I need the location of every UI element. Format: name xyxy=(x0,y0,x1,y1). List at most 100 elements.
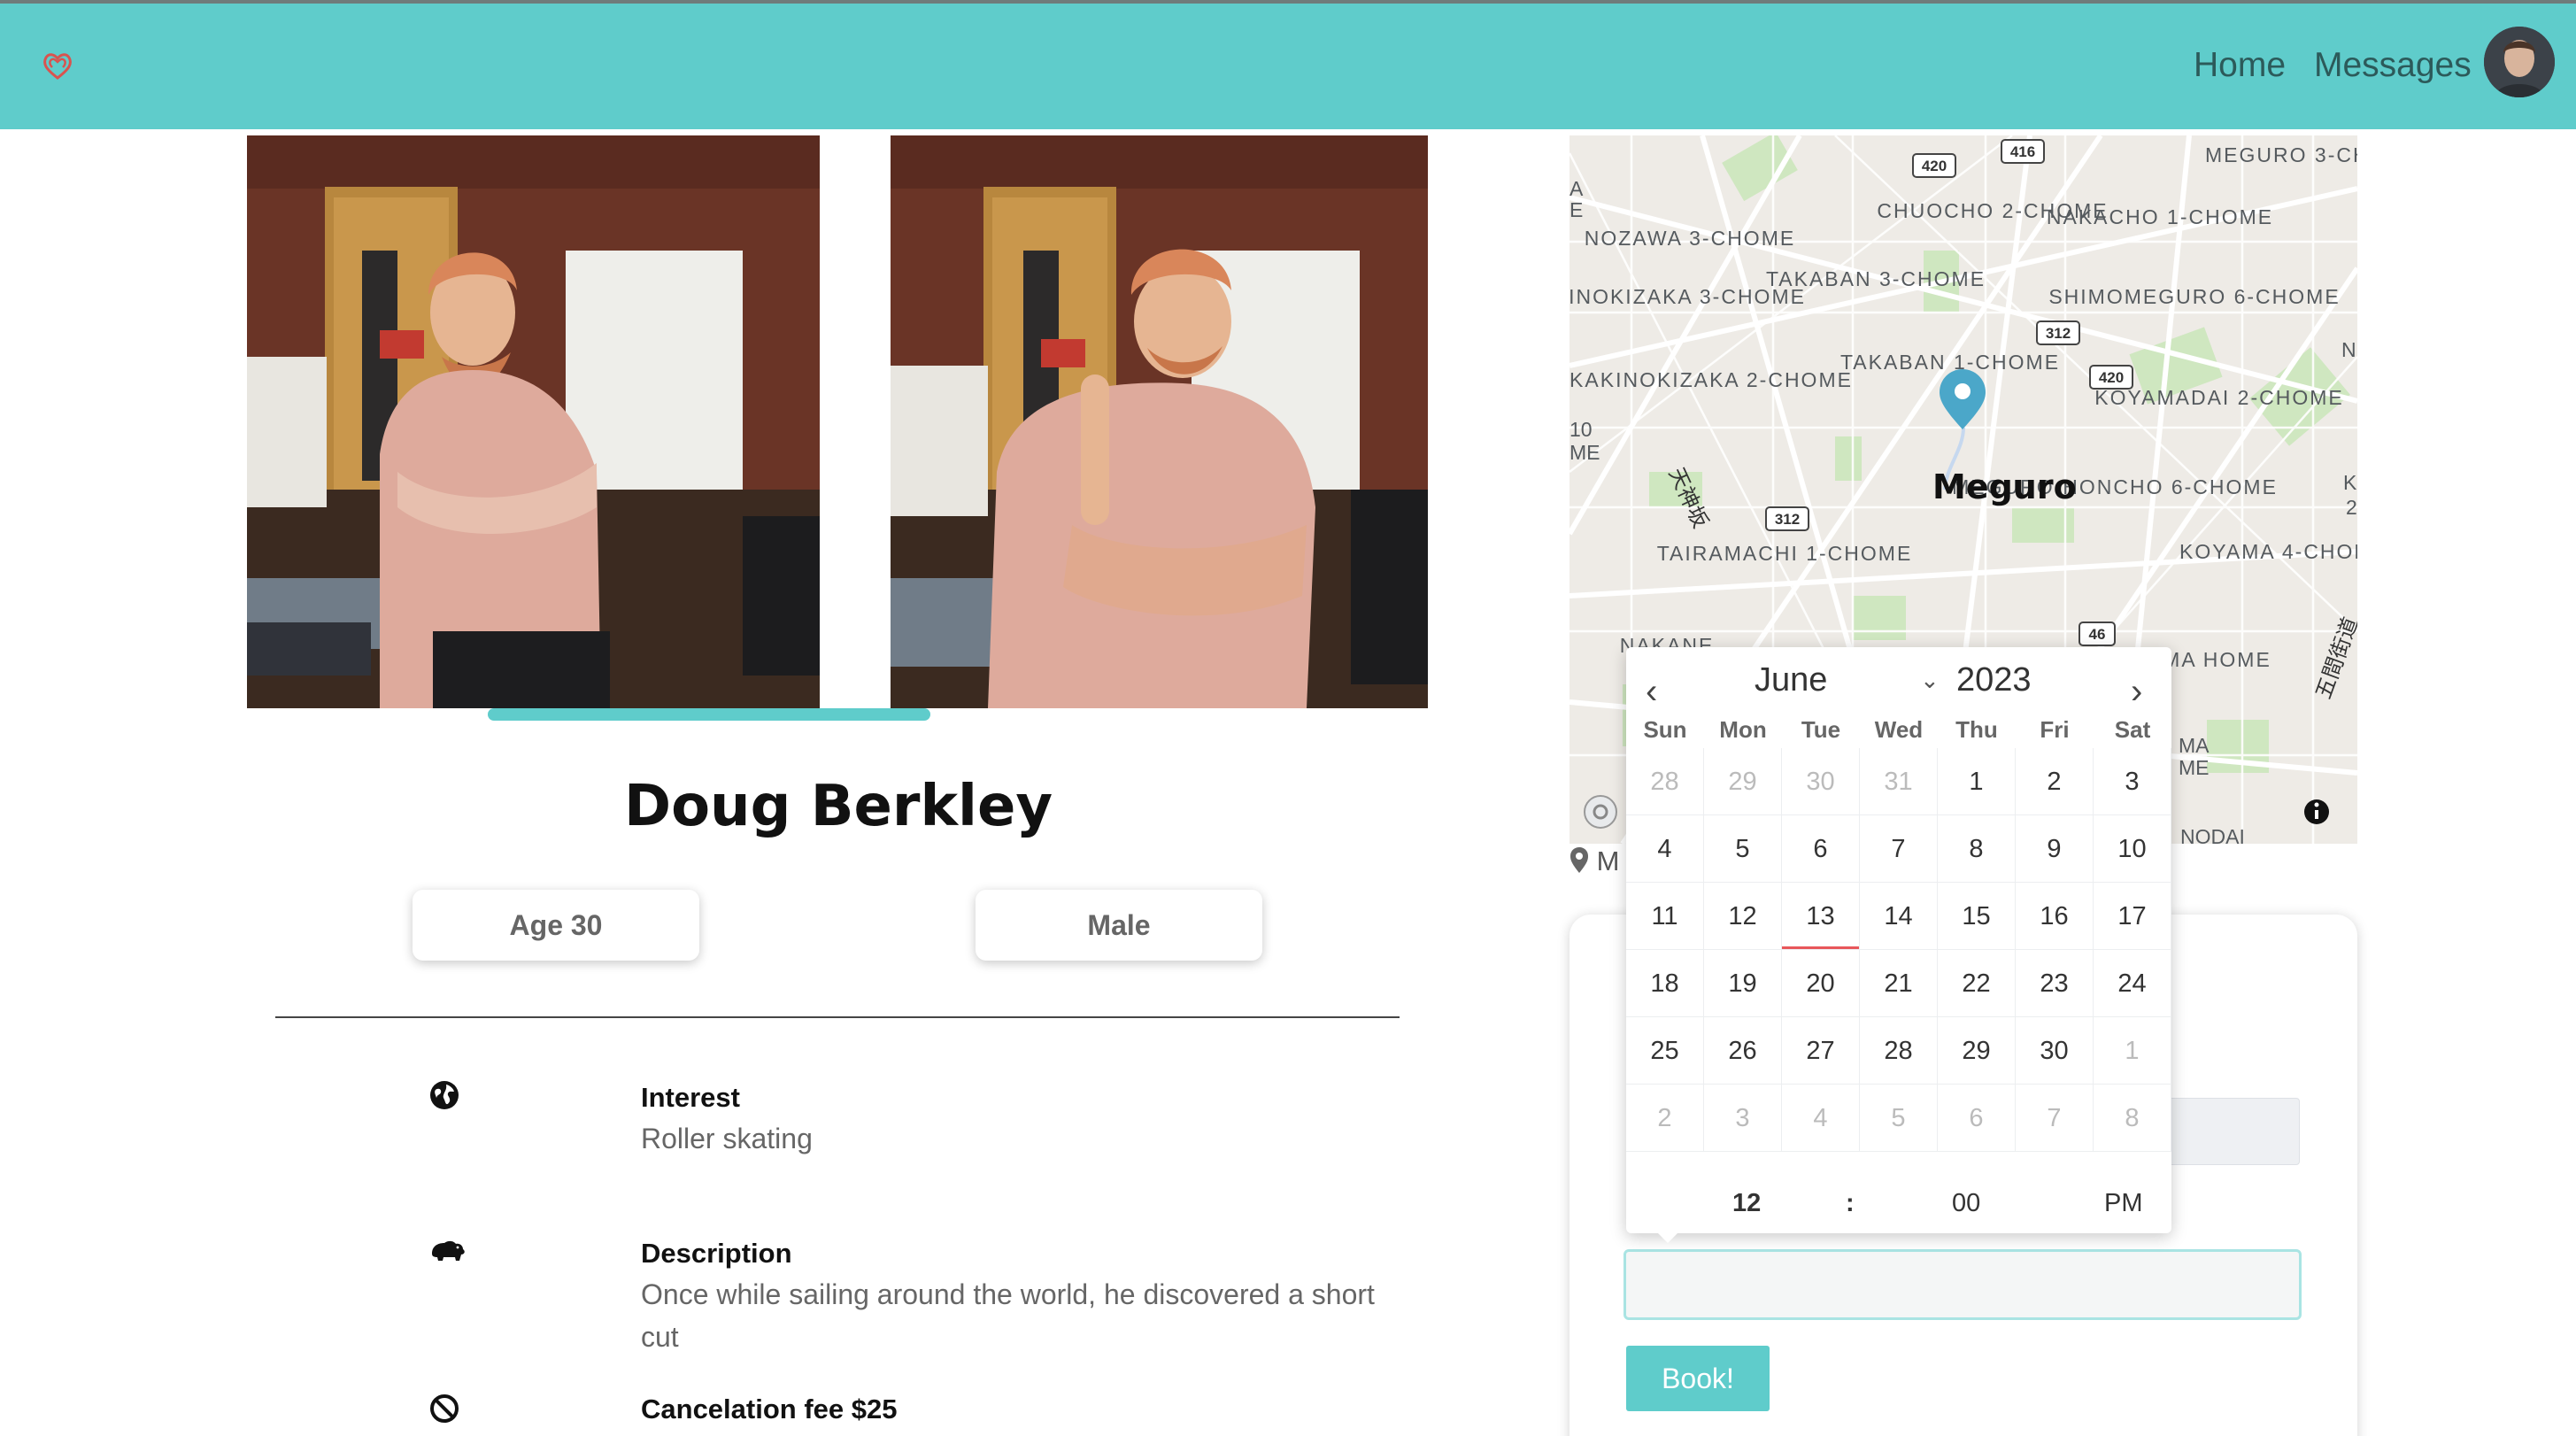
booking-note-input[interactable] xyxy=(1623,1249,2302,1320)
calendar-day[interactable]: 2 xyxy=(1626,1085,1704,1152)
calendar-day[interactable]: 17 xyxy=(2094,883,2171,950)
profile-name: Doug Berkley xyxy=(623,774,1053,839)
map-district-label: TAKABAN 1-CHOME xyxy=(1840,351,2060,374)
calendar-day[interactable]: 22 xyxy=(1938,950,2016,1017)
calendar-day[interactable]: 10 xyxy=(2094,815,2171,883)
calendar-day[interactable]: 20 xyxy=(1782,950,1860,1017)
calendar-grid: Sun Mon Tue Wed Thu Fri Sat 28 29 30 31 1 2 3 4 5 6 7 8 9 1… xyxy=(1626,711,2171,1152)
calendar-day[interactable]: 19 xyxy=(1704,950,1782,1017)
next-month-chevron-icon[interactable]: › xyxy=(2131,672,2142,712)
map-fragment-label: E xyxy=(1570,198,1583,221)
age-chip: Age 30 xyxy=(413,890,699,961)
map-fragment-label: 2 xyxy=(2346,496,2357,519)
calendar-day[interactable]: 11 xyxy=(1626,883,1704,950)
calendar-day[interactable]: 7 xyxy=(2016,1085,2094,1152)
calendar-day[interactable]: 28 xyxy=(1626,748,1704,815)
calendar-day[interactable]: 4 xyxy=(1782,1085,1860,1152)
calendar-day[interactable]: 30 xyxy=(1782,748,1860,815)
calendar-day[interactable]: 1 xyxy=(2094,1017,2171,1085)
calendar-day[interactable]: 27 xyxy=(1782,1017,1860,1085)
calendar-day[interactable]: 25 xyxy=(1626,1017,1704,1085)
calendar-day[interactable]: 18 xyxy=(1626,950,1704,1017)
prev-month-chevron-icon[interactable]: ‹ xyxy=(1646,672,1657,712)
month-select[interactable]: June xyxy=(1755,661,1827,699)
calendar-day[interactable]: 6 xyxy=(1782,815,1860,883)
road-number-label: 420 xyxy=(1922,158,1947,174)
map-fragment-label: MA xyxy=(2179,734,2210,757)
calendar-day[interactable]: 4 xyxy=(1626,815,1704,883)
calendar-day[interactable]: 29 xyxy=(1704,748,1782,815)
map-fragment-label: K xyxy=(2343,471,2357,494)
calendar-day[interactable]: 16 xyxy=(2016,883,2094,950)
calendar-day[interactable]: 14 xyxy=(1860,883,1938,950)
nav-messages-link[interactable]: Messages xyxy=(2314,46,2472,85)
weekday-label: Thu xyxy=(1955,716,1998,743)
year-input[interactable]: 2023 xyxy=(1956,661,2032,699)
hour-input[interactable]: 12 xyxy=(1732,1189,1761,1218)
calendar-day[interactable]: 8 xyxy=(1938,815,2016,883)
calendar-day-today[interactable]: 13 xyxy=(1782,883,1860,950)
map-district-label: TAKABAN 3-CHOME xyxy=(1766,267,1986,290)
calendar-day[interactable]: 8 xyxy=(2094,1085,2171,1152)
calendar-day[interactable]: 5 xyxy=(1704,815,1782,883)
calendar-day[interactable]: 3 xyxy=(2094,748,2171,815)
section-divider xyxy=(275,1016,1400,1018)
calendar-day[interactable]: 15 xyxy=(1938,883,2016,950)
am-pm-toggle[interactable]: PM xyxy=(2104,1189,2143,1218)
map-fragment-label: ME xyxy=(1570,441,1600,464)
calendar-week-row: 25 26 27 28 29 30 1 xyxy=(1626,1017,2171,1085)
date-picker-arrow xyxy=(1655,1231,1680,1243)
road-number-label: 420 xyxy=(2099,369,2124,386)
calendar-weeks: 28 29 30 31 1 2 3 4 5 6 7 8 9 10 11 12 13 14 15 16 17 18 19 20 2… xyxy=(1626,748,2171,1152)
calendar-day[interactable]: 26 xyxy=(1704,1017,1782,1085)
gender-chip: Male xyxy=(976,890,1262,961)
road-number-label: 46 xyxy=(2089,626,2106,643)
map-address-row: M xyxy=(1570,845,1619,877)
calendar-day[interactable]: 2 xyxy=(2016,748,2094,815)
weekday-header-row: Sun Mon Tue Wed Thu Fri Sat xyxy=(1626,711,2171,748)
calendar-day[interactable]: 24 xyxy=(2094,950,2171,1017)
calendar-day[interactable]: 5 xyxy=(1860,1085,1938,1152)
map-info-icon[interactable] xyxy=(2304,799,2329,824)
profile-photo-2[interactable] xyxy=(891,135,1428,708)
map-district-label: KOYAMADAI 2-CHOME xyxy=(2094,386,2344,409)
calendar-day[interactable]: 12 xyxy=(1704,883,1782,950)
calendar-day[interactable]: 9 xyxy=(2016,815,2094,883)
map-center-label: Meguro xyxy=(1932,467,2077,506)
calendar-day[interactable]: 6 xyxy=(1938,1085,2016,1152)
date-picker-popup: ‹ June ⌄ 2023 › Sun Mon Tue Wed Thu Fri Sat 28… xyxy=(1626,647,2171,1233)
calendar-day[interactable]: 28 xyxy=(1860,1017,1938,1085)
map-district-label: SHIMOMEGURO 6-CHOME xyxy=(2048,285,2340,308)
bear-icon xyxy=(432,1240,465,1261)
interest-text: Roller skating xyxy=(641,1123,813,1154)
map-district-label: NOZAWA 3-CHOME xyxy=(1585,227,1795,250)
calendar-day[interactable]: 23 xyxy=(2016,950,2094,1017)
user-avatar[interactable] xyxy=(2484,27,2555,97)
chevron-down-icon[interactable]: ⌄ xyxy=(1920,667,1940,694)
nav-home-link[interactable]: Home xyxy=(2194,46,2286,85)
calendar-week-row: 2345678 xyxy=(1626,1085,2171,1152)
profile-photo-1[interactable] xyxy=(247,135,820,708)
minute-input[interactable]: 00 xyxy=(1952,1189,1980,1218)
calendar-day[interactable]: 31 xyxy=(1860,748,1938,815)
hearts-logo-icon[interactable] xyxy=(39,48,76,83)
book-button[interactable]: Book! xyxy=(1626,1346,1770,1411)
location-pin-icon xyxy=(1570,847,1588,873)
description-title: Description xyxy=(641,1238,792,1269)
interest-title: Interest xyxy=(641,1082,740,1113)
photo-slider-indicator[interactable] xyxy=(488,708,930,721)
map-streetview-icon[interactable] xyxy=(1584,795,1617,829)
cancelation-fee-title: Cancelation fee $25 xyxy=(641,1394,898,1424)
weekday-label: Fri xyxy=(2040,716,2070,743)
calendar-day[interactable]: 7 xyxy=(1860,815,1938,883)
time-separator: : xyxy=(1846,1189,1855,1217)
calendar-day[interactable]: 1 xyxy=(1938,748,2016,815)
calendar-day[interactable]: 29 xyxy=(1938,1017,2016,1085)
booking-datetime-field[interactable] xyxy=(2167,1098,2300,1165)
weekday-label: Sun xyxy=(1643,716,1687,743)
calendar-day[interactable]: 3 xyxy=(1704,1085,1782,1152)
calendar-week-row: 18 19 20 21 22 23 24 xyxy=(1626,950,2171,1017)
calendar-day[interactable]: 30 xyxy=(2016,1017,2094,1085)
calendar-day[interactable]: 21 xyxy=(1860,950,1938,1017)
road-number-label: 416 xyxy=(2010,143,2035,160)
